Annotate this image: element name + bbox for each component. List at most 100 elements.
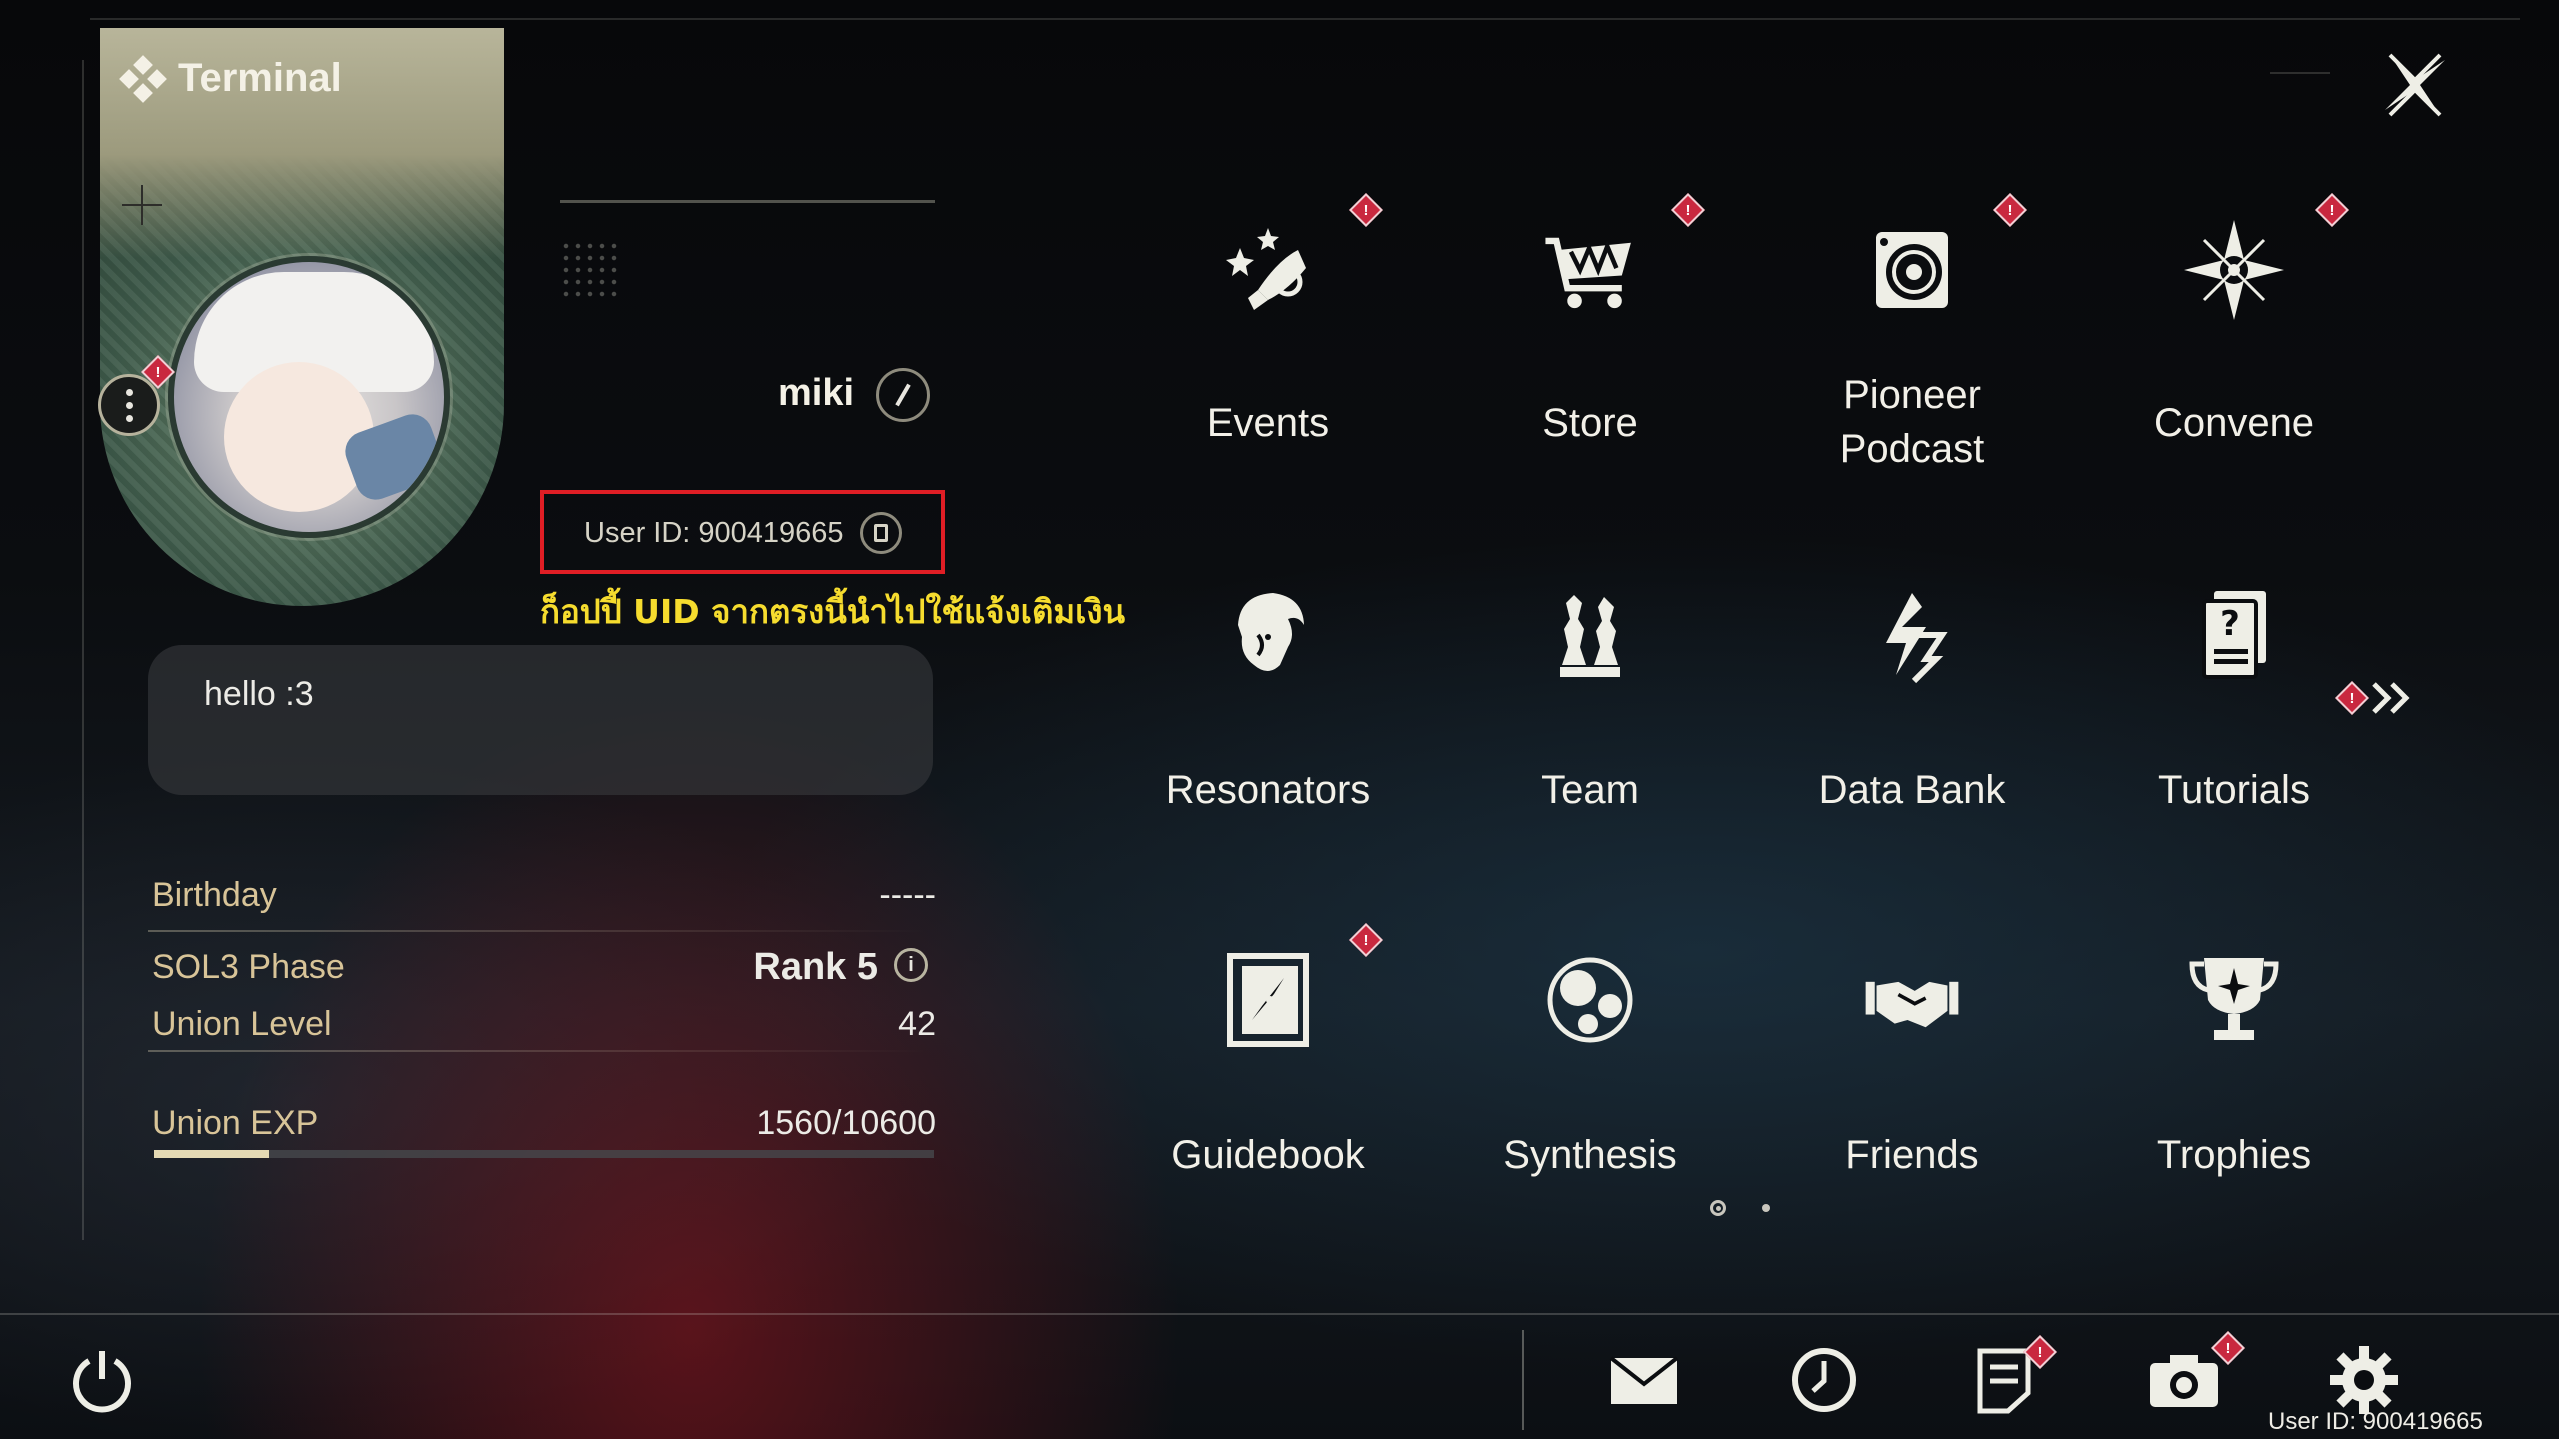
copy-uid-button[interactable] <box>859 512 902 554</box>
close-icon <box>2385 53 2445 117</box>
menu-item-trophies[interactable]: Trophies <box>2074 950 2394 1250</box>
menu-label-convene: Convene <box>2153 401 2315 445</box>
page-indicator <box>1710 1200 1770 1216</box>
bio-box[interactable]: hello :3 <box>148 645 933 795</box>
handshake-icon <box>1862 950 1962 1050</box>
cart-icon <box>1540 220 1640 320</box>
menu-item-data-bank[interactable]: Data Bank <box>1752 585 2072 885</box>
birthday-label: Birthday <box>152 876 277 914</box>
menu-item-resonators[interactable]: Resonators <box>1108 585 1428 885</box>
clock-button[interactable] <box>1784 1340 1864 1420</box>
avatar[interactable] <box>168 256 450 538</box>
menu-item-convene[interactable]: Convene <box>2074 193 2394 520</box>
frame-top-line <box>90 18 2520 20</box>
menu-item-team[interactable]: Team <box>1430 585 1750 885</box>
frame-corner-line <box>2270 72 2330 74</box>
profile-menu-button[interactable] <box>98 374 160 436</box>
data-bank-icon <box>1862 585 1962 685</box>
menu-label-tutorials: Tutorials <box>2158 768 2310 812</box>
edit-name-button[interactable] <box>876 368 930 422</box>
next-page-button[interactable] <box>2335 678 2416 718</box>
power-icon <box>73 1351 131 1413</box>
menu-label-line: Pioneer <box>1843 373 1981 417</box>
alert-icon <box>1349 193 1383 227</box>
birthday-value: ----- <box>879 876 936 914</box>
synthesis-icon <box>1540 950 1640 1050</box>
union-exp-bar <box>154 1150 934 1158</box>
alert-icon <box>1993 193 2027 227</box>
info-divider <box>148 1050 928 1052</box>
info-icon[interactable]: i <box>894 948 928 982</box>
power-button[interactable] <box>62 1340 142 1420</box>
menu-item-tutorials[interactable]: ? Tutorials <box>2074 585 2394 885</box>
menu-label-synthesis: Synthesis <box>1503 1133 1677 1177</box>
menu-item-pioneer-podcast[interactable]: Pioneer Podcast <box>1752 193 2072 520</box>
double-chevron-right-icon <box>2372 682 2410 714</box>
terminal-header: Terminal <box>119 54 342 103</box>
page-dot[interactable] <box>1762 1204 1770 1212</box>
camera-icon <box>2150 1355 2218 1407</box>
union-level-label: Union Level <box>152 1005 332 1043</box>
terminal-title: Terminal <box>178 56 342 100</box>
page-dot-active[interactable] <box>1710 1200 1726 1216</box>
menu-label-line: Podcast <box>1839 427 1985 471</box>
username: miki <box>778 372 855 414</box>
union-exp-value: 1560/10600 <box>756 1104 936 1142</box>
pencil-icon <box>895 383 911 407</box>
gear-icon <box>2330 1346 2398 1414</box>
alert-icon <box>2335 681 2369 715</box>
convene-icon <box>2184 220 2284 320</box>
crosshair-mark <box>122 185 162 225</box>
trophy-icon <box>2184 950 2284 1050</box>
menu-label-friends: Friends <box>1845 1133 1979 1177</box>
menu-label-trophies: Trophies <box>2156 1133 2312 1177</box>
mail-button[interactable] <box>1604 1340 1684 1420</box>
clock-icon <box>1792 1348 1856 1412</box>
menu-label-store: Store <box>1542 401 1638 445</box>
union-exp-label: Union EXP <box>152 1104 319 1142</box>
uid-highlight-box: User ID: 900419665 <box>540 490 945 574</box>
footer-user-id: User ID: 900419665 <box>2268 1408 2483 1435</box>
menu-label-resonators: Resonators <box>1165 768 1371 812</box>
menu-item-friends[interactable]: Friends <box>1752 950 2072 1250</box>
uid-copy-note: ก็อปปี้ UID จากตรงนี้นำไปใช้แจ้งเติมเงิน <box>540 592 1126 631</box>
menu-label-guidebook: Guidebook <box>1171 1133 1365 1177</box>
camera-button[interactable] <box>2144 1331 2245 1420</box>
menu-item-synthesis[interactable]: Synthesis <box>1430 950 1750 1250</box>
bottom-bar-divider <box>0 1313 2559 1315</box>
notes-button[interactable] <box>1964 1335 2057 1420</box>
podcast-icon <box>1862 220 1962 320</box>
divider-line <box>560 200 935 203</box>
resonator-icon <box>1218 585 1318 685</box>
menu-label-team: Team <box>1541 768 1639 812</box>
menu-label-pioneer-podcast: Pioneer Podcast <box>1752 368 2072 476</box>
alert-icon <box>2315 193 2349 227</box>
bottom-bar-separator <box>1522 1330 1524 1430</box>
user-id-text: User ID: 900419665 <box>584 516 844 549</box>
bio-text: hello :3 <box>204 675 314 713</box>
alert-icon <box>1349 923 1383 957</box>
close-button[interactable] <box>2380 50 2450 120</box>
guidebook-icon <box>1218 950 1318 1050</box>
tutorial-icon: ? <box>2184 585 2284 685</box>
copy-icon <box>873 524 888 542</box>
union-exp-fill <box>154 1150 269 1158</box>
dot-grid-decoration <box>560 240 620 300</box>
menu-label-events: Events <box>1206 401 1330 445</box>
terminal-icon <box>119 54 167 103</box>
frame-left-line <box>82 60 84 1240</box>
team-icon <box>1540 585 1640 685</box>
menu-label-data-bank: Data Bank <box>1818 768 2006 812</box>
menu-item-store[interactable]: Store <box>1430 193 1750 520</box>
union-level-value: 42 <box>898 1005 936 1043</box>
menu-item-events[interactable]: Events <box>1108 193 1428 520</box>
info-divider <box>148 930 928 932</box>
mail-icon <box>1609 1356 1679 1404</box>
sol3-phase-value: Rank 5 <box>753 946 878 988</box>
sol3-phase-label: SOL3 Phase <box>152 948 345 986</box>
alert-icon <box>1671 193 1705 227</box>
notes-icon <box>1977 1348 2031 1414</box>
svg-text:?: ? <box>2220 604 2240 644</box>
menu-item-guidebook[interactable]: Guidebook <box>1108 923 1428 1250</box>
events-icon <box>1218 220 1318 320</box>
